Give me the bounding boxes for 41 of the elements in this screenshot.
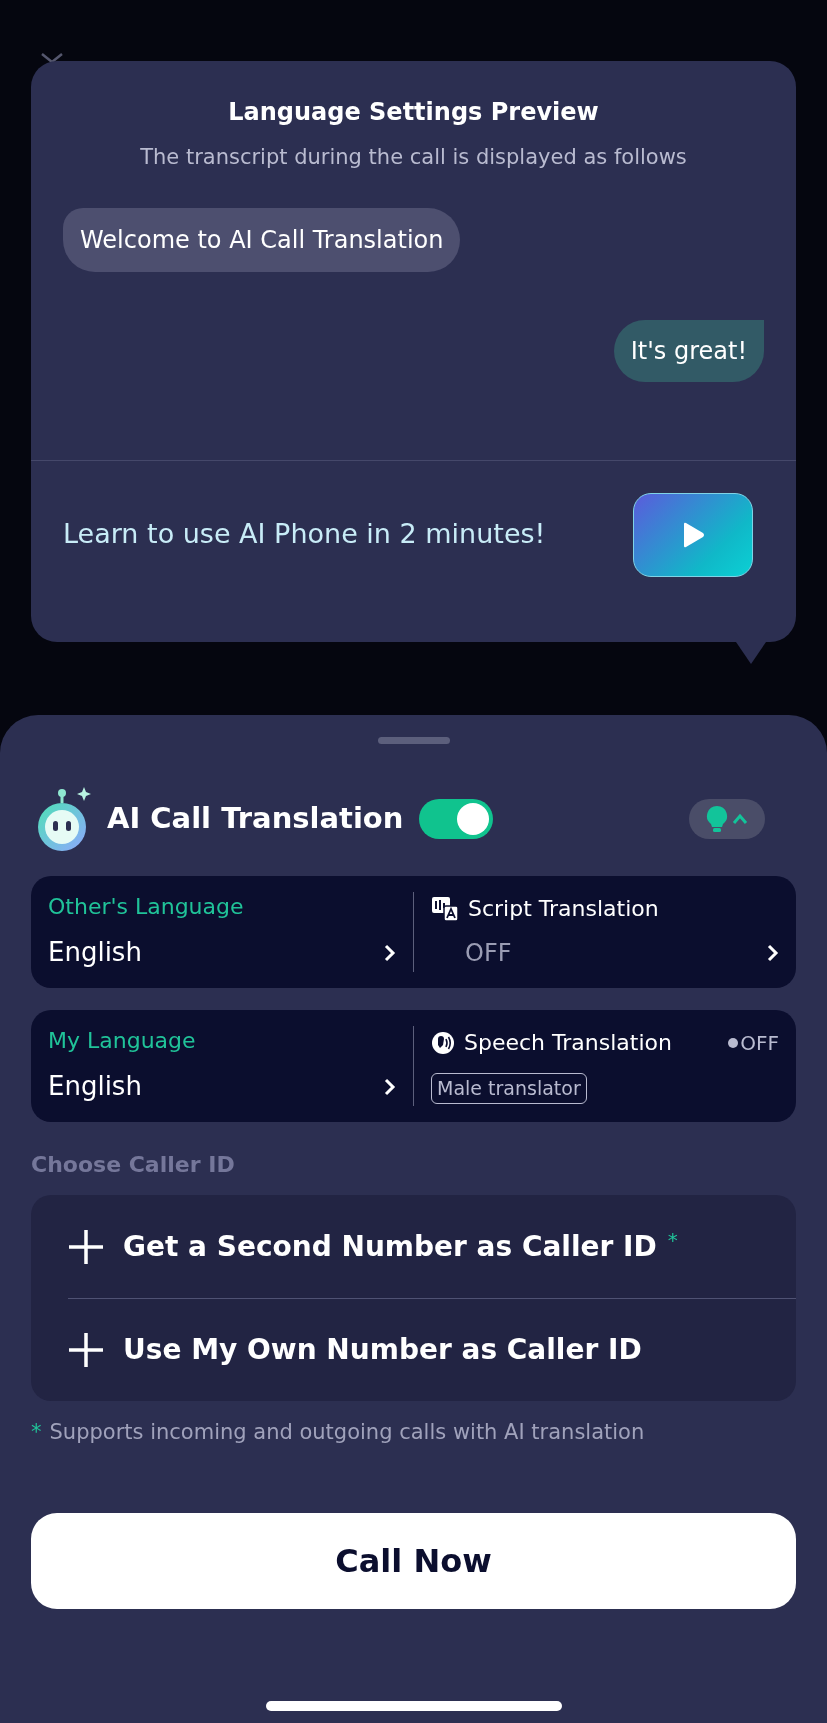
- option-label: Speech Translation: [464, 1029, 672, 1057]
- tutorial-text: Learn to use AI Phone in 2 minutes!: [63, 517, 546, 552]
- section-title: AI Call Translation: [107, 800, 404, 838]
- status-text: OFF: [740, 1029, 779, 1057]
- popup-title: Language Settings Preview: [227, 97, 600, 128]
- language-value: English: [48, 1070, 142, 1103]
- plus-icon: [68, 1228, 104, 1265]
- footnote-text: Supports incoming and outgoing calls with AI translation: [49, 1419, 645, 1446]
- option-label: Script Translation: [468, 895, 659, 923]
- message-bubble: Welcome to AI Call Translation: [63, 207, 461, 272]
- lightbulb-icon: [706, 805, 728, 833]
- script-translation-selector[interactable]: Script Translation OFF: [413, 892, 796, 972]
- language-selector[interactable]: My Language English: [31, 1010, 413, 1122]
- footnote-marker: *: [667, 1227, 678, 1254]
- speech-status[interactable]: OFF: [728, 1027, 779, 1058]
- voice-tag[interactable]: Male translator: [431, 1073, 587, 1104]
- caller-id-option[interactable]: Use My Own Number as Caller ID: [68, 1298, 796, 1401]
- plus-icon: [68, 1332, 104, 1368]
- status-dot: [728, 1037, 739, 1048]
- play-button[interactable]: [633, 492, 753, 577]
- chevron-right-icon: [383, 1077, 396, 1096]
- tips-button[interactable]: [689, 799, 765, 839]
- setting-label: Other's Language: [48, 893, 245, 921]
- play-icon: [681, 521, 705, 548]
- toggle-switch[interactable]: [419, 799, 494, 839]
- speaker-icon: [431, 1030, 455, 1055]
- chevron-right-icon: [383, 943, 396, 962]
- translate-icon: [431, 895, 459, 922]
- footnote-marker: *: [31, 1419, 42, 1446]
- option-value: OFF: [465, 938, 512, 969]
- language-value: English: [48, 936, 142, 969]
- language-selector[interactable]: Other's Language English: [31, 876, 413, 988]
- section-heading: Choose Caller ID: [31, 1151, 236, 1179]
- call-button[interactable]: Call Now: [31, 1512, 796, 1609]
- setting-label: My Language: [48, 1027, 197, 1055]
- chevron-right-icon: [766, 944, 779, 962]
- drag-handle[interactable]: [377, 737, 450, 744]
- caller-id-option[interactable]: Get a Second Number as Caller ID *: [68, 1195, 796, 1298]
- chevron-up-icon: [732, 813, 748, 825]
- message-bubble: It's great!: [613, 319, 764, 382]
- popup-subtitle: The transcript during the call is displayed as follows: [139, 144, 688, 171]
